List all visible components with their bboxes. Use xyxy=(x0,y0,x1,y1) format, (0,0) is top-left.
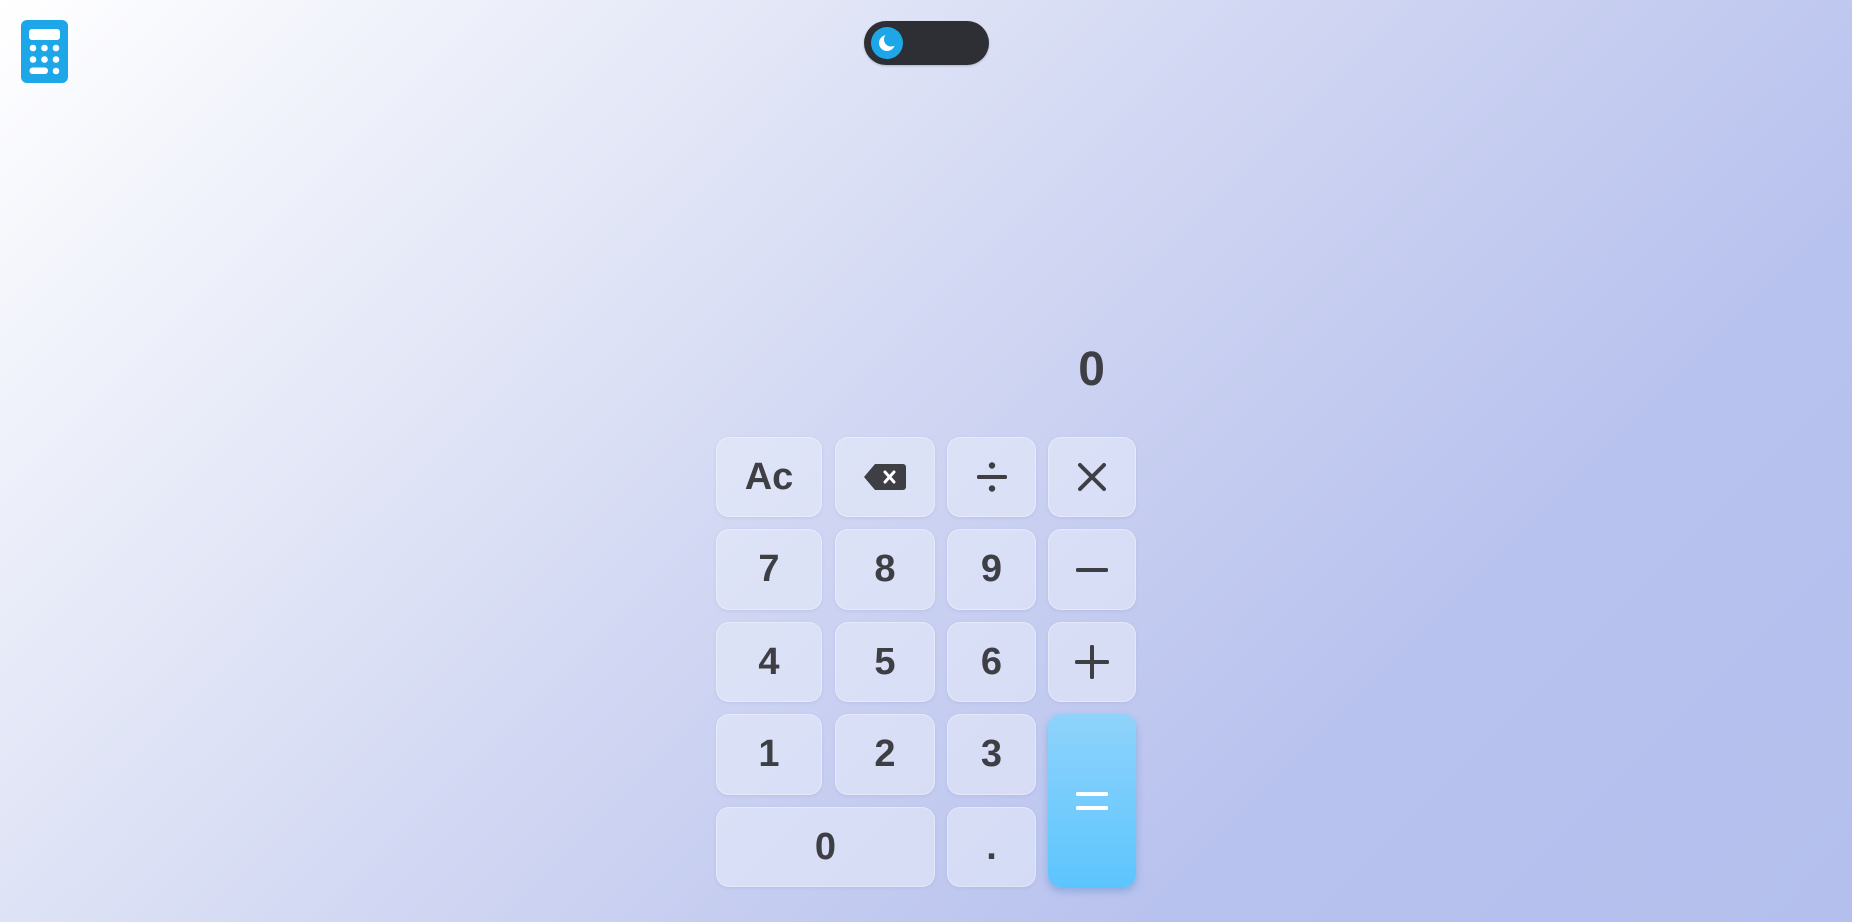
digit-7-button[interactable]: 7 xyxy=(716,529,822,610)
plus-icon xyxy=(1075,645,1109,679)
clear-button[interactable]: Ac xyxy=(716,437,822,517)
digit-4-button[interactable]: 4 xyxy=(716,622,822,702)
digit-2-button[interactable]: 2 xyxy=(835,714,935,795)
moon-icon xyxy=(879,32,898,51)
digit-5-button[interactable]: 5 xyxy=(835,622,935,702)
backspace-icon xyxy=(864,464,906,490)
multiply-button[interactable] xyxy=(1048,437,1136,517)
calculator-display: 0 xyxy=(1078,343,1105,396)
multiply-icon xyxy=(1078,463,1106,491)
backspace-button[interactable] xyxy=(835,437,935,517)
plus-button[interactable] xyxy=(1048,622,1136,702)
calculator-icon xyxy=(21,20,68,83)
divide-icon xyxy=(976,462,1007,492)
digit-3-button[interactable]: 3 xyxy=(947,714,1036,795)
digit-6-button[interactable]: 6 xyxy=(947,622,1036,702)
equals-icon xyxy=(1076,791,1108,810)
digit-1-button[interactable]: 1 xyxy=(716,714,822,795)
digit-8-button[interactable]: 8 xyxy=(835,529,935,610)
minus-icon xyxy=(1076,567,1108,572)
equals-button[interactable] xyxy=(1048,714,1136,887)
theme-toggle-knob[interactable] xyxy=(871,27,903,59)
digit-0-button[interactable]: 0 xyxy=(716,807,935,887)
decimal-button[interactable]: . xyxy=(947,807,1036,887)
minus-button[interactable] xyxy=(1048,529,1136,610)
divide-button[interactable] xyxy=(947,437,1036,517)
theme-toggle[interactable] xyxy=(864,21,989,65)
digit-9-button[interactable]: 9 xyxy=(947,529,1036,610)
